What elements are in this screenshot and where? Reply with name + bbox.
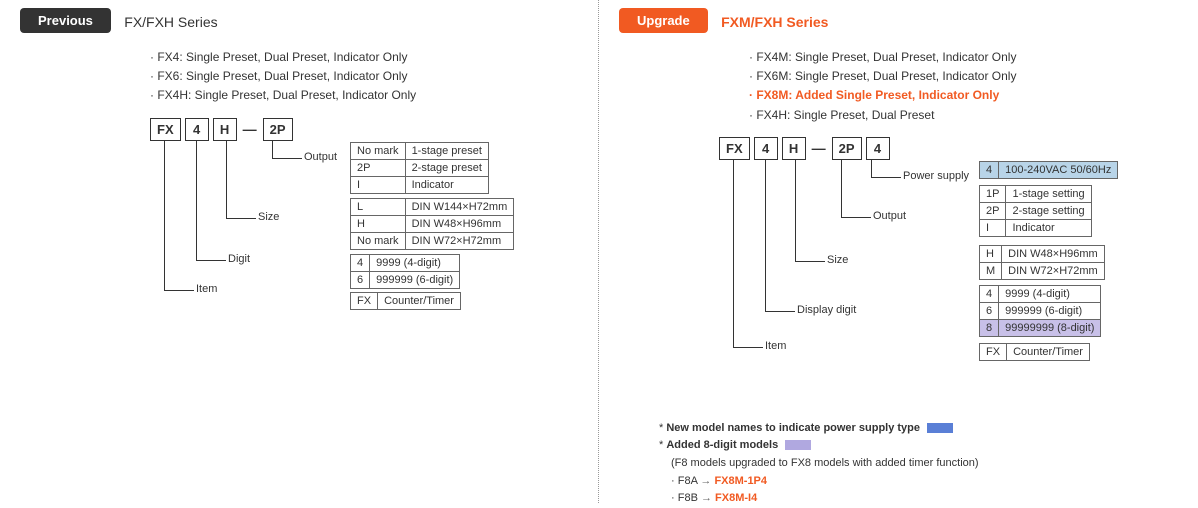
previous-bullets: FX4: Single Preset, Dual Preset, Indicat… [150, 48, 578, 106]
label-size: Size [258, 211, 279, 223]
table-item: FXCounter/Timer [979, 343, 1090, 361]
note-8digit: Added 8-digit models [666, 439, 778, 451]
code-box: H [782, 137, 806, 160]
note-sub: (F8 models upgraded to FX8 models with a… [671, 455, 1176, 473]
code-box: H [213, 118, 237, 141]
upgrade-bullets: FX4M: Single Preset, Dual Preset, Indica… [749, 48, 1176, 125]
swatch-lavender-icon [785, 440, 811, 450]
bullet-item: FX6: Single Preset, Dual Preset, Indicat… [150, 67, 578, 86]
label-power: Power supply [903, 170, 969, 182]
code-box: 4 [866, 137, 890, 160]
swatch-blue-icon [927, 423, 953, 433]
upgrade-badge: Upgrade [619, 8, 708, 33]
label-item: Item [196, 283, 217, 295]
label-output: Output [873, 210, 906, 222]
model-new: FX8M-1P4 [714, 475, 767, 487]
bullet-item: FX6M: Single Preset, Dual Preset, Indica… [749, 67, 1176, 86]
table-item: FXCounter/Timer [350, 292, 461, 310]
code-dash: — [241, 121, 259, 137]
previous-series-title: FX/FXH Series [124, 14, 217, 30]
model-old: F8B [678, 492, 698, 504]
code-box: FX [719, 137, 750, 160]
code-dash: — [810, 140, 828, 156]
note-new-model: New model names to indicate power supply… [666, 422, 920, 434]
label-output: Output [304, 151, 337, 163]
code-box: 2P [263, 118, 293, 141]
arrow-icon: → [701, 492, 712, 504]
label-digit: Digit [228, 253, 250, 265]
previous-diagram: FX 4 H — 2P Item Digit Size Output No ma… [150, 118, 578, 141]
table-size: LDIN W144×H72mm HDIN W48×H96mm No markDI… [350, 198, 514, 250]
bullet-item: FX4M: Single Preset, Dual Preset, Indica… [749, 48, 1176, 67]
bullet-item-highlight: FX8M: Added Single Preset, Indicator Onl… [749, 86, 1176, 105]
upgrade-series-title: FXM/FXH Series [721, 14, 828, 30]
previous-panel: Previous FX/FXH Series FX4: Single Prese… [0, 0, 598, 503]
table-power: 4100-240VAC 50/60Hz [979, 161, 1118, 179]
table-digit: 49999 (4-digit) 6999999 (6-digit) [350, 254, 460, 289]
code-box: 4 [185, 118, 209, 141]
label-size: Size [827, 254, 848, 266]
code-box: FX [150, 118, 181, 141]
code-box: 2P [832, 137, 862, 160]
arrow-icon: → [700, 475, 711, 487]
table-size: HDIN W48×H96mm MDIN W72×H72mm [979, 245, 1105, 280]
model-new: FX8M-I4 [715, 492, 757, 504]
table-output: 1P1-stage setting 2P2-stage setting IInd… [979, 185, 1092, 237]
table-output: No mark1-stage preset 2P2-stage preset I… [350, 142, 489, 194]
table-digit: 49999 (4-digit) 6999999 (6-digit) 899999… [979, 285, 1101, 337]
bullet-item: FX4: Single Preset, Dual Preset, Indicat… [150, 48, 578, 67]
previous-badge: Previous [20, 8, 111, 33]
label-digit: Display digit [797, 304, 856, 316]
bullet-item: FX4H: Single Preset, Dual Preset, Indica… [150, 86, 578, 105]
bullet-item: FX4H: Single Preset, Dual Preset [749, 106, 1176, 125]
upgrade-notes: New model names to indicate power supply… [659, 420, 1176, 508]
model-old: F8A [678, 475, 698, 487]
code-box: 4 [754, 137, 778, 160]
upgrade-diagram: FX 4 H — 2P 4 Item Display digit Size Ou… [719, 137, 1176, 160]
label-item: Item [765, 340, 786, 352]
upgrade-panel: Upgrade FXM/FXH Series FX4M: Single Pres… [598, 0, 1196, 503]
